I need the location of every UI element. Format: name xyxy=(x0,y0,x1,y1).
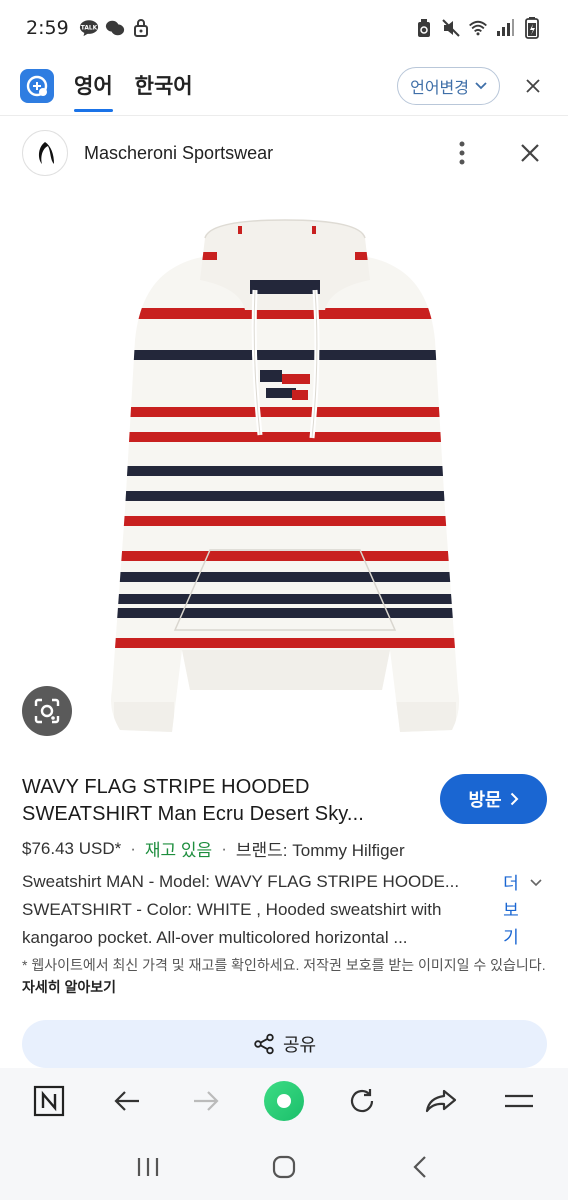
chevron-down-icon[interactable] xyxy=(530,874,542,892)
chevron-left-icon xyxy=(413,1156,426,1178)
lens-icon xyxy=(34,698,60,724)
naver-home-button[interactable] xyxy=(25,1077,73,1125)
status-notification-icons: TALK xyxy=(79,18,151,38)
tab-english[interactable]: 영어 xyxy=(74,70,113,112)
signal-icon xyxy=(495,18,515,38)
translate-close-button[interactable] xyxy=(518,71,548,101)
description-line2: SWEATSHIRT - Color: WHITE , Hooded sweat… xyxy=(22,900,442,919)
product-title-line2: SWEATSHIRT Man Ecru Desert Sky... xyxy=(22,803,364,825)
green-dot-button[interactable] xyxy=(260,1077,308,1125)
hamburger-menu-icon xyxy=(504,1094,533,1108)
screen: 2:59 TALK 영어 한국어 언어변경 Mascheroni Sportsw… xyxy=(0,0,568,1200)
product-image[interactable] xyxy=(100,210,470,740)
source-logo-icon xyxy=(22,130,68,176)
wifi-icon xyxy=(468,18,488,38)
status-system-icons xyxy=(414,17,542,39)
forward-button[interactable] xyxy=(182,1077,230,1125)
panel-close-button[interactable] xyxy=(514,137,546,169)
battery-icon xyxy=(522,17,542,39)
change-language-label: 언어변경 xyxy=(410,79,469,97)
product-title: WAVY FLAG STRIPE HOODED SWEATSHIRT Man E… xyxy=(22,774,432,828)
product-description: Sweatshirt MAN - Model: WAVY FLAG STRIPE… xyxy=(22,868,492,952)
green-dot-icon xyxy=(263,1081,304,1121)
home-button[interactable] xyxy=(260,1143,308,1191)
status-time: 2:59 xyxy=(26,17,69,39)
translate-logo-icon xyxy=(20,68,54,103)
close-icon xyxy=(521,144,539,162)
menu-button[interactable] xyxy=(495,1077,543,1125)
svg-text:TALK: TALK xyxy=(80,25,97,31)
visual-search-button[interactable] xyxy=(22,686,72,736)
stock-status: 재고 있음 xyxy=(144,841,213,860)
back-button[interactable] xyxy=(103,1077,151,1125)
forward-share-icon xyxy=(425,1089,456,1113)
share-label: 공유 xyxy=(282,1035,317,1055)
translate-bar: 영어 한국어 언어변경 xyxy=(0,56,568,116)
learn-more-link[interactable]: 자세히 알아보기 xyxy=(22,979,116,995)
naver-n-icon xyxy=(34,1085,65,1117)
kebab-menu-icon xyxy=(459,141,465,165)
share-button[interactable]: 공유 xyxy=(22,1020,547,1068)
refresh-button[interactable] xyxy=(338,1077,386,1125)
arrow-right-icon xyxy=(193,1091,219,1111)
browser-toolbar xyxy=(0,1068,568,1134)
description-line1: Sweatshirt MAN - Model: WAVY FLAG STRIPE… xyxy=(22,872,460,891)
visit-button-label: 방문 xyxy=(468,790,502,810)
home-icon xyxy=(272,1155,296,1179)
source-header: Mascheroni Sportswear xyxy=(0,116,568,190)
separator-dot: · xyxy=(221,838,227,858)
share-icon xyxy=(254,1033,274,1055)
change-language-button[interactable]: 언어변경 xyxy=(397,66,500,105)
recycle-icon xyxy=(414,18,434,38)
chat-bubble-icon xyxy=(105,18,125,38)
system-back-button[interactable] xyxy=(396,1143,444,1191)
more-button[interactable]: 더보기 xyxy=(500,870,522,951)
separator-dot: · xyxy=(130,838,136,858)
share-page-button[interactable] xyxy=(417,1077,465,1125)
brand: 브랜드: Tommy Hilfiger xyxy=(235,841,405,860)
recent-apps-button[interactable] xyxy=(124,1143,172,1191)
visit-button[interactable]: 방문 xyxy=(440,774,547,824)
mute-icon xyxy=(441,18,461,38)
source-name: Mascheroni Sportswear xyxy=(84,142,274,163)
chevron-down-icon xyxy=(475,77,487,95)
refresh-icon xyxy=(351,1089,374,1113)
description-line3: kangaroo pocket. All-over multicolored h… xyxy=(22,928,408,947)
arrow-left-icon xyxy=(114,1091,140,1111)
product-title-line1: WAVY FLAG STRIPE HOODED xyxy=(22,776,310,798)
disclaimer-text: * 웹사이트에서 최신 가격 및 재고를 확인하세요. 저작권 보호를 받는 이… xyxy=(22,957,546,973)
price: $76.43 USD* xyxy=(22,838,122,858)
more-options-button[interactable] xyxy=(450,137,474,169)
tab-korean[interactable]: 한국어 xyxy=(135,70,193,106)
recent-apps-icon xyxy=(137,1158,159,1176)
price-row: $76.43 USD* · 재고 있음 · 브랜드: Tommy Hilfige… xyxy=(22,836,405,861)
disclaimer: * 웹사이트에서 최신 가격 및 재고를 확인하세요. 저작권 보호를 받는 이… xyxy=(22,954,547,998)
system-navigation-bar xyxy=(0,1134,568,1200)
chevron-right-icon xyxy=(510,792,518,806)
talk-icon: TALK xyxy=(79,18,99,38)
status-bar: 2:59 TALK xyxy=(0,0,568,56)
close-icon xyxy=(526,78,540,93)
lock-icon xyxy=(131,18,151,38)
